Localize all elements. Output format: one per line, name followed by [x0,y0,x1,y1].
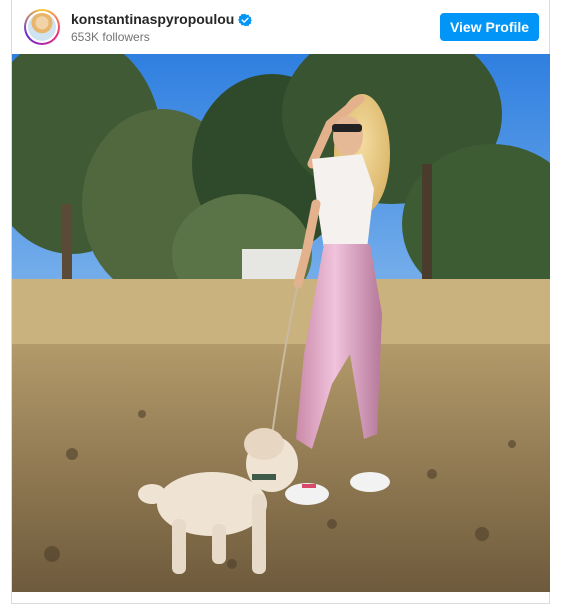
verified-badge-icon [238,13,253,27]
follower-count: 653K followers [71,30,150,44]
post-photo[interactable] [12,54,550,592]
view-profile-button[interactable]: View Profile [440,13,539,41]
distant-building [242,249,302,279]
photo-scene [12,54,550,592]
post-header: konstantinaspyropoulou 653K followers Vi… [12,0,549,54]
username-row: konstantinaspyropoulou [71,11,253,27]
avatar-ring [26,11,58,43]
avatar[interactable] [24,9,60,45]
username[interactable]: konstantinaspyropoulou [71,11,234,27]
instagram-embed: konstantinaspyropoulou 653K followers Vi… [11,0,550,604]
avatar-image [28,13,56,41]
